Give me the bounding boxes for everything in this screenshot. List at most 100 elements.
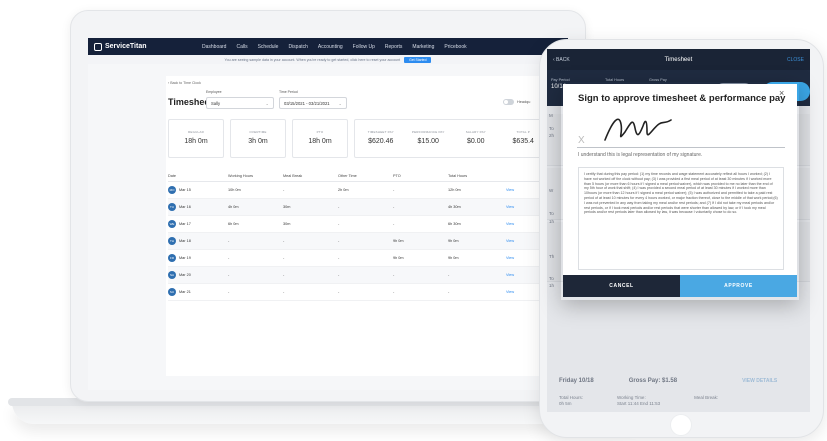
- pay-label: SALARY PAY: [465, 130, 486, 134]
- modal-title: Sign to approve timesheet & performance …: [578, 93, 786, 104]
- total-hours-cell: -: [448, 273, 450, 277]
- working-hours-cell: -: [228, 256, 230, 260]
- card-value: 18h 0m: [184, 138, 208, 145]
- signature-x-mark: X: [578, 135, 585, 146]
- pay-label: TIMESHEET PAY: [367, 130, 394, 134]
- date-cell: FR Mar 19: [168, 254, 228, 262]
- nav-calls[interactable]: Calls: [236, 44, 247, 50]
- date-cell: SA Mar 20: [168, 271, 228, 279]
- headquarters-toggle[interactable]: [503, 99, 514, 105]
- phone-home-button[interactable]: [670, 414, 692, 436]
- signature-line[interactable]: [577, 147, 785, 148]
- table-row: SU Mar 21- - - - - View: [168, 284, 568, 301]
- table-row: TU Mar 16 4h 0m 30m - -4h 30m View: [168, 199, 568, 216]
- performance-pay: PERFORMANCE PAY $15.00: [407, 130, 451, 157]
- toggle-label: Headqu: [517, 100, 531, 104]
- column-header: Meal Break: [283, 173, 303, 178]
- app-logo[interactable]: ServiceTitan: [94, 42, 180, 51]
- nav-dispatch[interactable]: Dispatch: [288, 44, 307, 50]
- date-cell: MO Mar 15: [168, 186, 228, 194]
- time-period-label: Time Period: [279, 90, 298, 94]
- pay-card: TIMESHEET PAY $620.46 PERFORMANCE PAY $1…: [354, 119, 550, 158]
- day-badge: SU: [168, 288, 176, 296]
- employee-select[interactable]: Sally ⌄: [206, 97, 274, 109]
- date-cell: TH Mar 18: [168, 237, 228, 245]
- cancel-button[interactable]: CANCEL: [563, 275, 680, 297]
- total-hours-cell: 9h 0m: [448, 256, 459, 260]
- pto-cell: 9h 0m: [393, 239, 404, 243]
- working-time-value: Start 11:44 End 11:53: [617, 401, 661, 406]
- table-row: WE Mar 17 6h 0m 30m - -6h 30m View: [168, 216, 568, 233]
- nav-marketing[interactable]: Marketing: [412, 44, 434, 50]
- phone-header: ‹ BACK Timesheet CLOSE: [547, 49, 810, 70]
- nav-menu: Dashboard Calls Schedule Dispatch Accoun…: [202, 44, 467, 50]
- nav-reports[interactable]: Reports: [385, 44, 403, 50]
- summary-cards: REGULAR 18h 0m OVERTIME 3h 0m PTO 18h 0m…: [168, 119, 550, 158]
- table-row: MO Mar 15 10h 0m -2h 0m -12h 0m View: [168, 182, 568, 199]
- working-hours-cell: 6h 0m: [228, 222, 239, 226]
- day-badge: TU: [168, 203, 176, 211]
- date-text: Mar 17: [179, 222, 191, 226]
- date-cell: WE Mar 17: [168, 220, 228, 228]
- employee-label: Employee: [206, 90, 222, 94]
- other-time-cell: -: [338, 290, 340, 294]
- app-name: ServiceTitan: [105, 43, 147, 50]
- day-badge: SA: [168, 271, 176, 279]
- nav-accounting[interactable]: Accounting: [318, 44, 343, 50]
- working-time-block: Working Time: Start 11:44 End 11:53: [617, 395, 660, 407]
- working-hours-cell: 10h 0m: [228, 188, 241, 192]
- employee-value: Sally: [211, 101, 221, 106]
- timesheet-table: Date Working Hours Meal Break Other Time…: [168, 170, 568, 301]
- meal-break-cell: -: [283, 273, 285, 277]
- pay-value: $0.00: [466, 138, 485, 145]
- table-row: TH Mar 18- - -9h 0m 9h 0m View: [168, 233, 568, 250]
- approve-button[interactable]: APPROVE: [680, 275, 797, 297]
- column-header: PTO: [393, 173, 401, 178]
- overtime-card: OVERTIME 3h 0m: [230, 119, 286, 158]
- get-started-button[interactable]: Get Started: [404, 56, 432, 63]
- phone-close-button[interactable]: CLOSE: [787, 57, 804, 63]
- meal-break-caption: Meal Break:: [694, 395, 719, 400]
- regular-card: REGULAR 18h 0m: [168, 119, 224, 158]
- column-header: Working Hours: [228, 173, 254, 178]
- partial-row-text: W: [549, 188, 554, 193]
- working-hours-cell: -: [228, 239, 230, 243]
- meal-break-cell: -: [283, 290, 285, 294]
- back-to-time-clock-link[interactable]: ‹ Back to Time Clock: [168, 81, 201, 85]
- pto-cell: 9h 0m: [393, 256, 404, 260]
- pto-cell: -: [393, 205, 395, 209]
- salary-pay: SALARY PAY $0.00: [454, 130, 498, 157]
- total-hours-cell: -: [448, 290, 450, 294]
- other-time-cell: -: [338, 256, 340, 260]
- table-row: SA Mar 20- - - - - View: [168, 267, 568, 284]
- banner-text: You are seeing sample data in your accou…: [224, 57, 401, 62]
- close-icon[interactable]: ×: [779, 88, 784, 98]
- sign-approve-modal: Sign to approve timesheet & performance …: [563, 84, 797, 297]
- partial-row-text: Th: [549, 254, 555, 259]
- pay-label: PERFORMANCE PAY: [411, 130, 445, 134]
- phone-title: Timesheet: [664, 56, 693, 63]
- other-time-cell: 2h 0m: [338, 188, 349, 192]
- nav-schedule[interactable]: Schedule: [258, 44, 279, 50]
- nav-pricebook[interactable]: Pricebook: [444, 44, 466, 50]
- date-text: Mar 16: [179, 205, 191, 209]
- top-nav-bar: ServiceTitan Dashboard Calls Schedule Di…: [88, 38, 568, 55]
- nav-follow-up[interactable]: Follow Up: [353, 44, 375, 50]
- total-hours-cell: 4h 30m: [448, 205, 461, 209]
- other-time-cell: -: [338, 239, 340, 243]
- day-gross-pay: Gross Pay: $1.58: [628, 378, 678, 384]
- partial-row-text: 2h: [549, 133, 555, 138]
- time-period-select[interactable]: 03/15/2021 - 03/21/2021 ⌄: [279, 97, 347, 109]
- pto-cell: -: [393, 273, 395, 277]
- day-badge: WE: [168, 220, 176, 228]
- phone-back-button[interactable]: ‹ BACK: [553, 57, 570, 63]
- view-details-link[interactable]: VIEW DETAILS: [742, 378, 777, 384]
- pay-value: $620.46: [368, 138, 394, 145]
- date-cell: TU Mar 16: [168, 203, 228, 211]
- total-hours-cell: 9h 0m: [448, 239, 459, 243]
- nav-dashboard[interactable]: Dashboard: [202, 44, 226, 50]
- working-hours-cell: -: [228, 273, 230, 277]
- total-hours-cell: 6h 30m: [448, 222, 461, 226]
- day-badge: MO: [168, 186, 176, 194]
- total-hours-block: Total Hours: 0h 5m: [559, 395, 583, 407]
